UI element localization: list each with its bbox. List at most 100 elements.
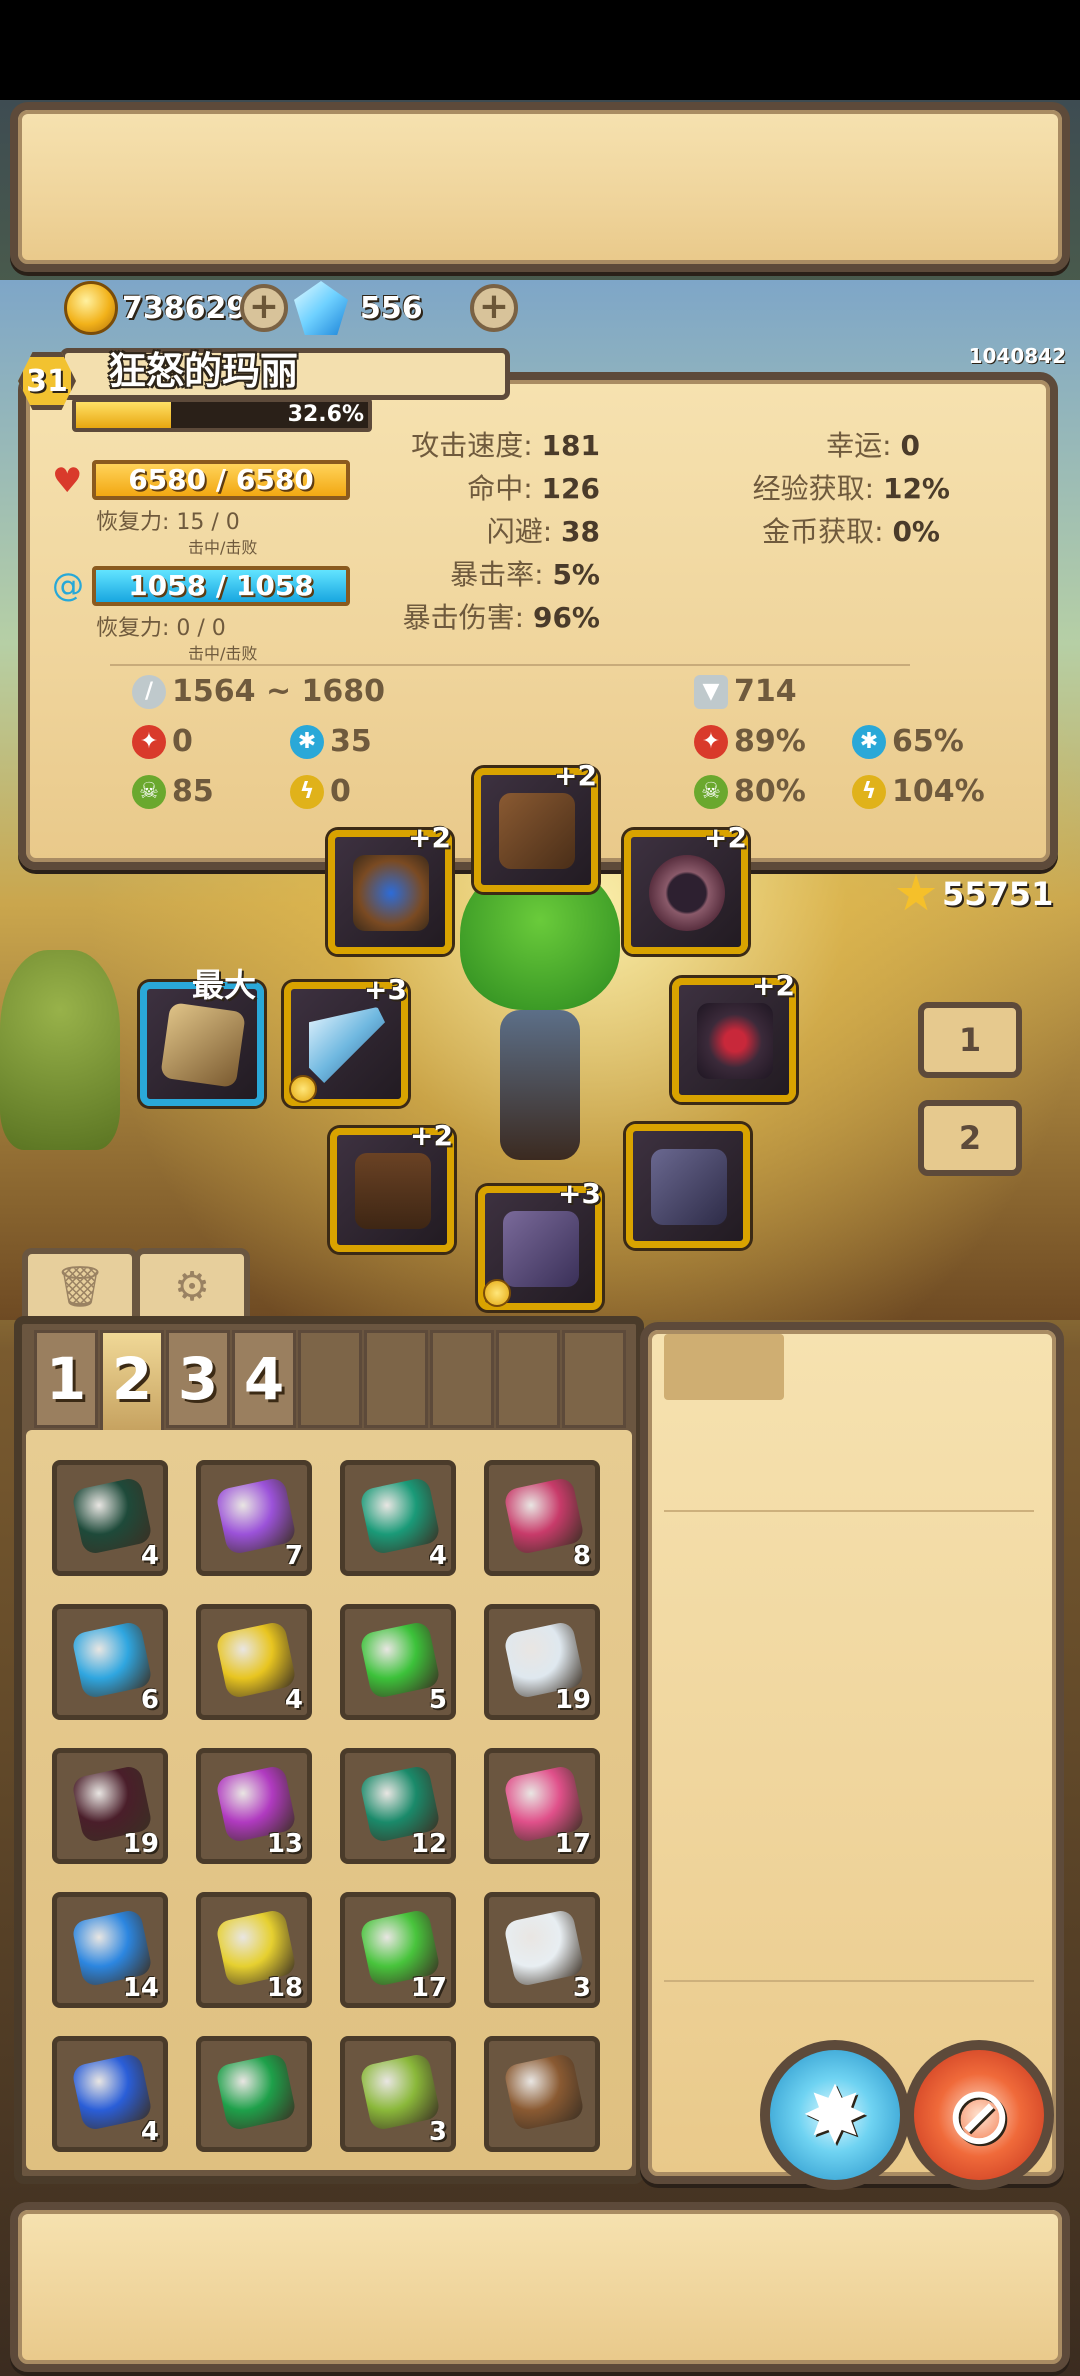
poison-icon: ☠ xyxy=(132,774,166,809)
elem-attack-lightning: ϟ0 xyxy=(290,774,351,809)
pants-upgrade: +2 xyxy=(410,1119,453,1152)
diamond-icon xyxy=(294,281,348,335)
socket-coin-icon xyxy=(483,1279,511,1307)
item-quantity: 18 xyxy=(266,1973,303,2003)
inventory-slot[interactable]: 8 xyxy=(484,1460,600,1576)
offhand-max-label: 最大 xyxy=(192,966,257,1004)
ring-icon xyxy=(649,855,725,931)
equip-slot-amulet[interactable]: +2 xyxy=(328,821,452,954)
hat-icon xyxy=(499,793,575,869)
item-detail-tab xyxy=(664,1334,784,1400)
equip-slot-boots[interactable]: +3 xyxy=(478,1177,602,1310)
no-icon: ⊘ xyxy=(945,2068,1013,2162)
inventory-slot[interactable]: 3 xyxy=(340,2036,456,2152)
character-name: 狂怒的玛丽 xyxy=(108,349,299,393)
inventory-slot[interactable]: 13 xyxy=(196,1748,312,1864)
loadout-1-button[interactable]: 1 xyxy=(918,1002,1022,1078)
poison-resist-icon: ☠ xyxy=(694,774,728,809)
pants-icon xyxy=(355,1153,431,1229)
equip-slot-pants[interactable]: +2 xyxy=(330,1119,454,1252)
item-quantity: 7 xyxy=(284,1541,303,1571)
item-quantity: 14 xyxy=(122,1973,159,2003)
ice-resist-icon: ✱ xyxy=(852,724,886,759)
star-counter: 55751 xyxy=(896,874,1053,914)
armor-value: ▼ 714 xyxy=(694,674,797,709)
inventory-slot[interactable]: 3 xyxy=(484,1892,600,2008)
inventory-slot[interactable]: 19 xyxy=(52,1748,168,1864)
lightning-resist-icon: ϟ xyxy=(852,774,886,809)
elem-attack-poison: ☠ 85 xyxy=(132,774,214,809)
inventory-slot[interactable]: 17 xyxy=(484,1748,600,1864)
add-gems-button[interactable]: + xyxy=(470,284,518,332)
ice-resist-value: 65% xyxy=(892,724,964,759)
salvage-button[interactable]: ✸ xyxy=(760,2040,910,2190)
equip-slot-hat[interactable]: +2 xyxy=(474,759,598,892)
cancel-button[interactable]: ⊘ xyxy=(904,2040,1054,2190)
scroll-icon xyxy=(160,1002,246,1088)
inventory-slot[interactable] xyxy=(196,2036,312,2152)
stat-attack-speed: 攻击速度: 181 xyxy=(411,429,600,462)
inventory-slot[interactable]: 6 xyxy=(52,1604,168,1720)
player-id: 1040842 xyxy=(968,344,1066,368)
equip-slot-gloves[interactable] xyxy=(626,1124,750,1248)
inventory-tab-1[interactable]: 1 xyxy=(34,1330,98,1428)
detail-divider xyxy=(664,1510,1034,1512)
stats-divider xyxy=(110,664,910,666)
inventory-slot[interactable]: 4 xyxy=(196,1604,312,1720)
item-quantity: 4 xyxy=(428,1541,447,1571)
item-quantity: 12 xyxy=(410,1829,447,1859)
inventory-slot[interactable]: 14 xyxy=(52,1892,168,2008)
armor-value-text: 714 xyxy=(734,674,797,709)
inventory-tab-3[interactable]: 3 xyxy=(166,1330,230,1428)
inventory-slot[interactable] xyxy=(484,2036,600,2152)
hat-upgrade: +2 xyxy=(554,759,597,792)
equip-slot-ring[interactable]: +2 xyxy=(624,821,748,954)
detail-divider xyxy=(664,1980,1034,1982)
gem-amount: 556 xyxy=(360,290,423,326)
item-quantity: 5 xyxy=(428,1685,447,1715)
item-quantity: 4 xyxy=(140,2117,159,2147)
inventory-slot[interactable]: 17 xyxy=(340,1892,456,2008)
star-icon xyxy=(896,874,936,911)
equip-slot-weapon[interactable]: +3 xyxy=(284,973,408,1106)
fire-resist-icon: ✦ xyxy=(694,724,728,759)
item-quantity: 6 xyxy=(140,1685,159,1715)
elem-defense-fire: ✦ 89% xyxy=(694,724,806,759)
ring-upgrade: +2 xyxy=(704,821,747,854)
equip-slot-armor[interactable]: +2 xyxy=(672,969,796,1102)
stat-xp-gain: 经验获取: 12% xyxy=(752,472,950,505)
inventory-slot[interactable]: 7 xyxy=(196,1460,312,1576)
inventory-slot[interactable]: 19 xyxy=(484,1604,600,1720)
item-quantity: 19 xyxy=(554,1685,591,1715)
inventory-slot[interactable]: 4 xyxy=(52,2036,168,2152)
elem-defense-poison: ☠ 80% xyxy=(694,774,806,809)
hp-regen-sub: 击中/击败 xyxy=(188,538,258,557)
star-amount: 55751 xyxy=(942,875,1054,913)
lightning-icon: ϟ xyxy=(290,774,324,809)
hero-character xyxy=(440,860,640,1180)
inventory-slot[interactable]: 18 xyxy=(196,1892,312,2008)
socket-coin-icon xyxy=(289,1075,317,1103)
trash-settings-button[interactable]: ⚙ xyxy=(134,1248,250,1326)
trash-button[interactable]: 🗑 xyxy=(22,1248,138,1326)
mana-icon: @ xyxy=(52,566,84,604)
fire-icon: ✦ xyxy=(132,724,166,759)
inventory-slot[interactable]: 4 xyxy=(340,1460,456,1576)
inventory-tab-4[interactable]: 4 xyxy=(232,1330,296,1428)
damage-range-value: 1564 ~ 1680 xyxy=(172,674,386,709)
add-gold-button[interactable]: + xyxy=(240,284,288,332)
chest-armor-icon xyxy=(697,1003,773,1079)
ice-icon: ✱ xyxy=(290,724,324,759)
pouch-icon xyxy=(502,2052,586,2132)
item-quantity: 3 xyxy=(428,2117,447,2147)
gem-counter: 556 xyxy=(294,281,423,335)
inventory-slot[interactable]: 4 xyxy=(52,1460,168,1576)
loadout-2-button[interactable]: 2 xyxy=(918,1100,1022,1176)
inventory-slot[interactable]: 5 xyxy=(340,1604,456,1720)
item-quantity: 8 xyxy=(572,1541,591,1571)
lightning-resist-value: 104% xyxy=(892,774,985,809)
inventory-tab-locked xyxy=(298,1330,362,1428)
inventory-tab-2[interactable]: 2 xyxy=(100,1330,164,1434)
sword-damage-icon: / xyxy=(132,674,166,709)
inventory-slot[interactable]: 12 xyxy=(340,1748,456,1864)
